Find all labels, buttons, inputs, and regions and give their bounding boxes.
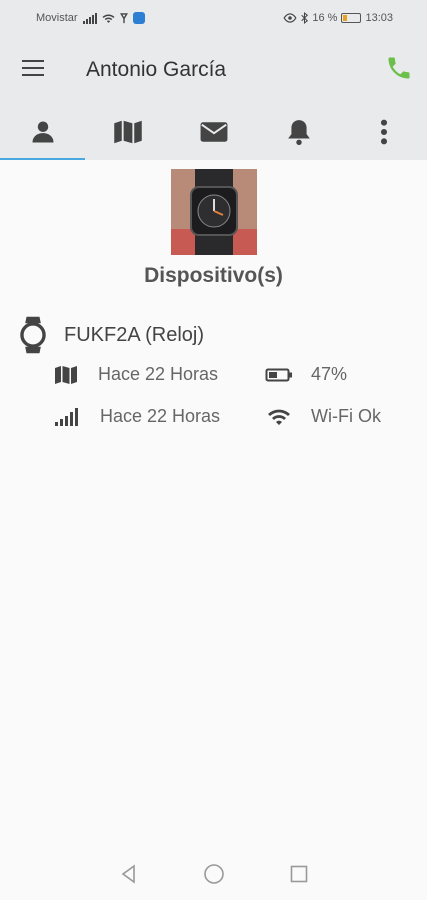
tab-more[interactable] <box>342 104 427 160</box>
section-title: Dispositivo(s) <box>144 264 283 287</box>
map-icon <box>114 120 142 144</box>
tab-alerts[interactable] <box>256 104 341 160</box>
map-small-icon <box>55 365 77 384</box>
wifi-icon <box>268 409 290 425</box>
clock: 13:03 <box>365 12 393 24</box>
mail-icon <box>200 122 227 142</box>
device-photo <box>171 169 257 255</box>
tab-profile[interactable] <box>0 104 86 160</box>
phone-icon[interactable] <box>385 54 413 82</box>
smartwatch-image <box>171 169 257 255</box>
location-time: Hace 22 Horas <box>98 364 219 384</box>
battery-status-icon <box>341 13 362 23</box>
page-title: Antonio García <box>86 58 227 81</box>
home-icon[interactable] <box>203 863 225 885</box>
wifi-status: Wi-Fi Ok <box>265 406 381 427</box>
bell-icon <box>288 120 310 145</box>
signal-status: Hace 22 Horas <box>54 406 220 427</box>
usb-icon <box>119 12 128 23</box>
tab-bar <box>0 104 427 160</box>
battery-level: 47% <box>311 364 348 384</box>
app-bar: Antonio García <box>0 36 427 104</box>
device-item[interactable]: FUKF2A (Reloj) <box>20 315 204 355</box>
wifi-status-icon <box>102 14 115 23</box>
recents-icon[interactable] <box>289 864 309 884</box>
status-bar: Movistar 16 % 13:03 <box>0 0 427 36</box>
person-icon <box>32 121 54 143</box>
more-vert-icon <box>381 119 388 145</box>
location-status: Hace 22 Horas <box>54 364 218 385</box>
signal-time: Hace 22 Horas <box>100 406 221 426</box>
app-notification-icon <box>132 12 145 24</box>
watch-icon <box>20 316 46 354</box>
menu-icon[interactable] <box>22 60 46 80</box>
bluetooth-icon <box>301 12 309 24</box>
battery-icon <box>265 368 292 381</box>
system-nav-bar <box>0 848 427 900</box>
eye-icon <box>283 13 297 23</box>
signal-icon <box>55 407 78 426</box>
wifi-label: Wi-Fi Ok <box>311 406 381 426</box>
device-name: FUKF2A (Reloj) <box>64 323 205 346</box>
tab-messages[interactable] <box>171 104 256 160</box>
battery-percent: 16 % <box>312 12 338 24</box>
carrier-label: Movistar <box>36 12 78 24</box>
back-icon[interactable] <box>119 864 139 884</box>
cell-signal-icon <box>82 12 97 24</box>
battery-status: 47% <box>265 364 347 385</box>
tab-map[interactable] <box>85 104 170 160</box>
